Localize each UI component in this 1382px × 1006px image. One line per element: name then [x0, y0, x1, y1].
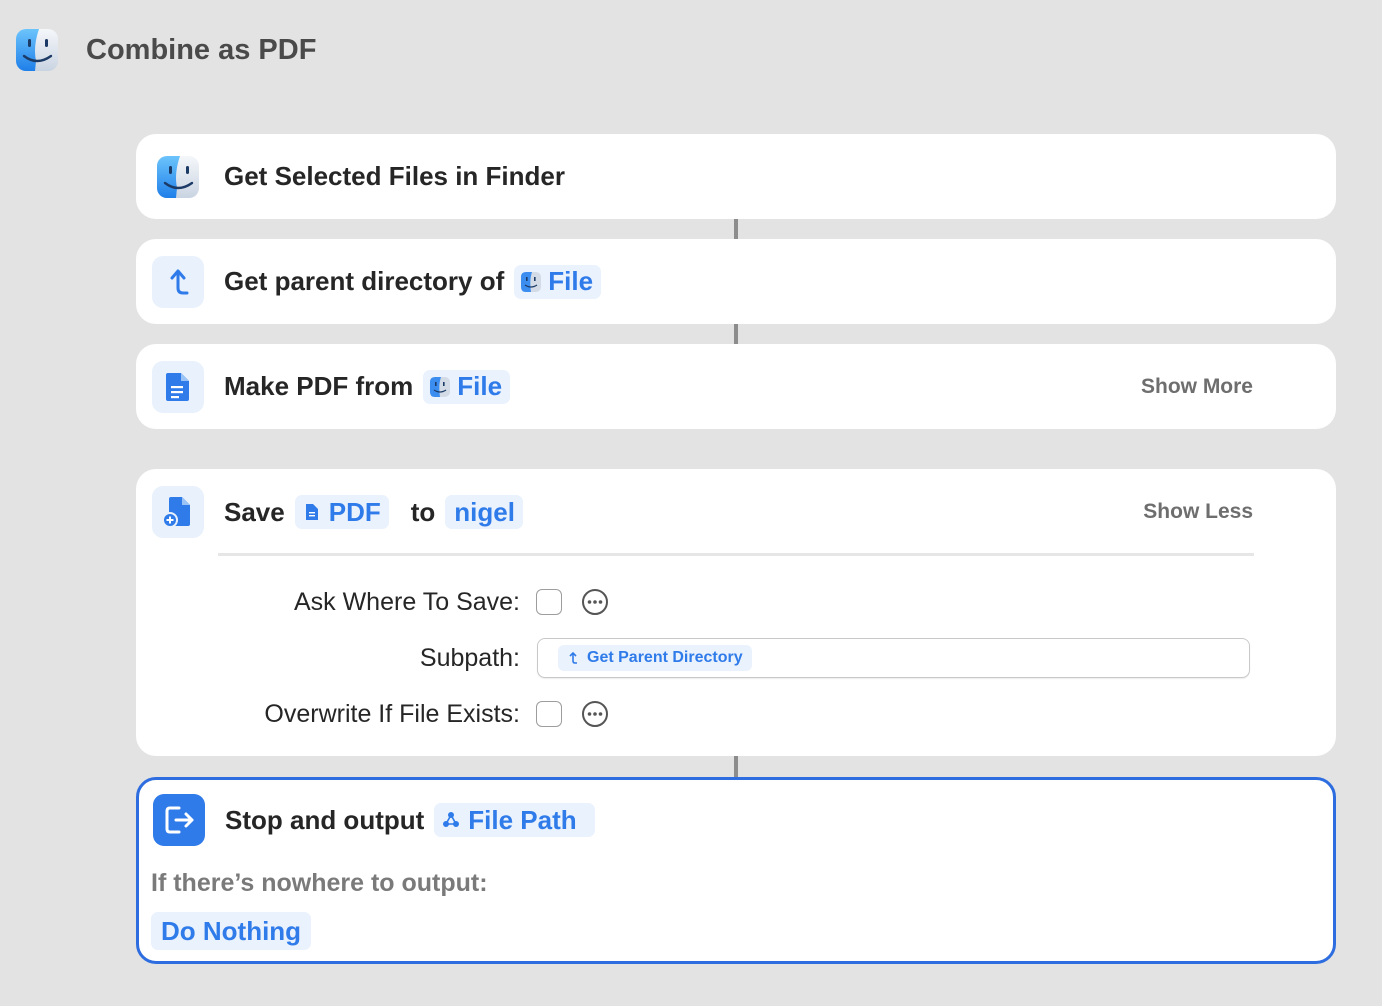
- connector-line: [734, 756, 738, 778]
- subpath-field[interactable]: Get Parent Directory: [537, 638, 1250, 678]
- stop-action-header: Stop and output File Path: [139, 794, 595, 846]
- pdf-variable-token[interactable]: PDF: [294, 495, 389, 529]
- divider: [218, 553, 1254, 556]
- save-file-icon: [152, 486, 204, 538]
- ask-where-row: Ask Where To Save:: [136, 582, 1336, 622]
- more-options-icon[interactable]: [581, 588, 609, 616]
- action-save[interactable]: Save PDF to nigel Show Less Ask Where To…: [136, 469, 1336, 756]
- save-action-header: Save PDF to nigel Show Less: [136, 486, 1336, 538]
- finder-icon: [14, 27, 60, 73]
- connector-word: to: [410, 496, 436, 527]
- document-icon: [152, 360, 204, 413]
- connector-line: [734, 324, 738, 344]
- window-header: Combine as PDF: [14, 26, 316, 74]
- parent-directory-icon: [152, 255, 204, 308]
- action-label: Get parent directory of: [224, 266, 505, 296]
- document-icon: [305, 504, 318, 520]
- finder-icon: [520, 271, 542, 293]
- connector-line: [734, 219, 738, 239]
- action-label: Make PDF from: [224, 371, 414, 401]
- show-less-button[interactable]: Show Less: [1143, 500, 1253, 524]
- action-label: Get Selected Files in Finder: [224, 161, 565, 191]
- token-label: File: [548, 266, 594, 296]
- param-label: Ask Where To Save:: [293, 587, 520, 616]
- ask-where-checkbox[interactable]: [536, 589, 562, 615]
- file-variable-token[interactable]: File: [514, 264, 602, 299]
- file-path-variable-token[interactable]: File Path: [434, 803, 595, 837]
- finder-icon: [152, 151, 204, 203]
- exit-icon: [153, 794, 205, 846]
- overwrite-checkbox[interactable]: [536, 701, 562, 727]
- token-label: PDF: [328, 496, 381, 527]
- action-label: Save: [224, 496, 285, 527]
- action-get-selected-files[interactable]: Get Selected Files in Finder: [136, 134, 1336, 219]
- parent-directory-icon: [569, 651, 577, 664]
- do-nothing-option[interactable]: Do Nothing: [151, 912, 312, 950]
- action-label: Stop and output: [225, 804, 425, 835]
- token-label: Get Parent Directory: [587, 649, 743, 666]
- shortcut-title: Combine as PDF: [86, 33, 317, 66]
- action-make-pdf[interactable]: Make PDF from File Show More: [136, 344, 1336, 429]
- token-label: File Path: [468, 804, 577, 835]
- more-options-icon[interactable]: [581, 700, 609, 728]
- get-parent-directory-token[interactable]: Get Parent Directory: [558, 645, 752, 671]
- param-label: Subpath:: [419, 643, 520, 672]
- action-get-parent-directory[interactable]: Get parent directory of File: [136, 239, 1336, 324]
- no-output-label: If there’s nowhere to output:: [151, 869, 488, 897]
- token-label: File: [457, 371, 503, 401]
- file-variable-token[interactable]: File: [423, 369, 511, 404]
- finder-icon: [429, 376, 451, 398]
- param-label: Overwrite If File Exists:: [264, 699, 520, 728]
- file-path-icon: [443, 812, 460, 827]
- action-stop-and-output[interactable]: Stop and output File Path If there’s now…: [136, 777, 1336, 964]
- show-more-button[interactable]: Show More: [1141, 375, 1253, 399]
- subpath-row: Subpath: Get Parent Directory: [136, 638, 1336, 678]
- destination-folder-token[interactable]: nigel: [445, 495, 523, 529]
- overwrite-row: Overwrite If File Exists:: [136, 694, 1336, 734]
